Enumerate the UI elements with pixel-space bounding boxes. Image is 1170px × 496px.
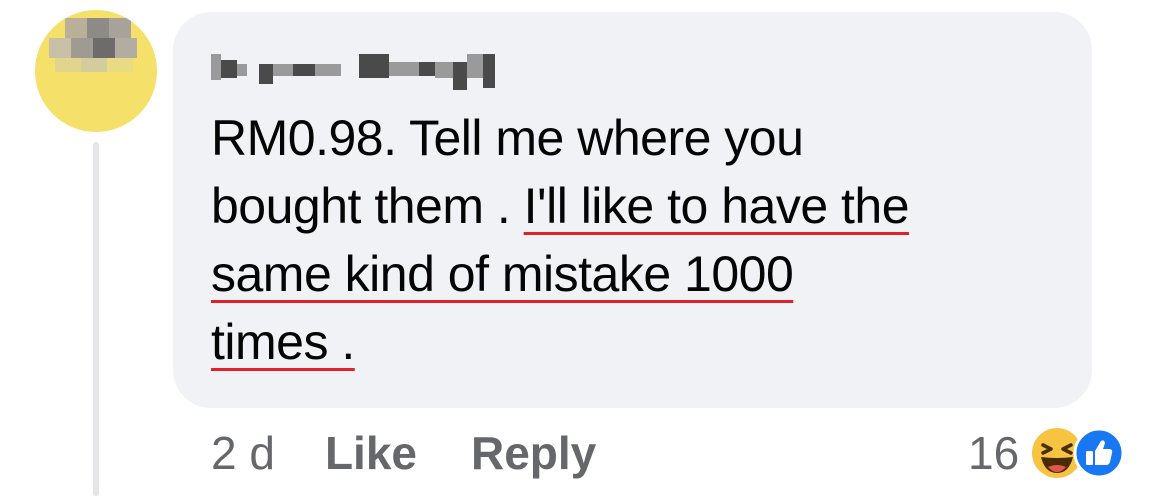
reply-button[interactable]: Reply — [471, 426, 596, 480]
reactions-summary[interactable]: 16 — [968, 425, 1125, 481]
avatar[interactable] — [35, 10, 157, 132]
comment-line-1: RM0.98. Tell me where you — [211, 110, 804, 166]
comment-line-3: same kind of mistake 1000 — [211, 240, 1071, 308]
comment-actions: 2 d Like Reply — [211, 425, 650, 481]
timestamp[interactable]: 2 d — [211, 426, 275, 480]
author-name-redacted[interactable] — [211, 50, 501, 90]
comment-line-3-underlined: same kind of mistake 1000 — [211, 246, 794, 302]
comment-line-2-plain: bought them . — [211, 178, 524, 234]
comment-line-4: times . — [211, 308, 1071, 376]
comment-line-4-underlined: times . — [211, 314, 355, 370]
comment-line-2-underlined: I'll like to have the — [523, 178, 910, 234]
like-button[interactable]: Like — [325, 426, 417, 480]
thread-line — [93, 142, 99, 496]
reaction-count: 16 — [968, 427, 1020, 479]
comment-text: RM0.98. Tell me where you bought them . … — [211, 104, 1071, 376]
like-reaction-icon — [1073, 427, 1125, 479]
comment-line-2: bought them . I'll like to have the — [211, 172, 1071, 240]
